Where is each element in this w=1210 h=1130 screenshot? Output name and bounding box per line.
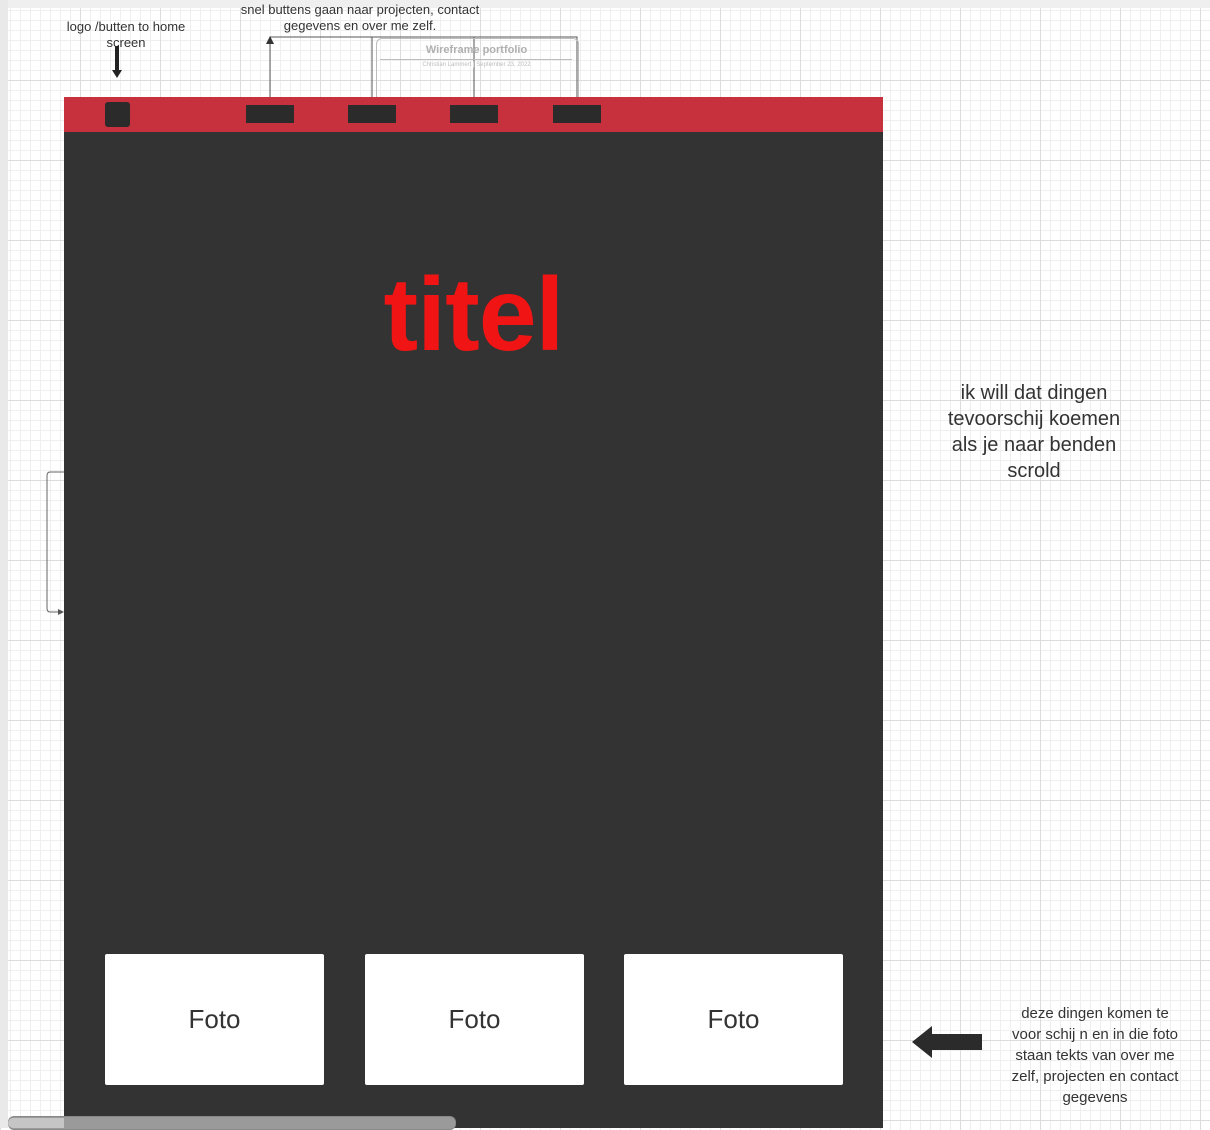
scrollbar-handle[interactable] bbox=[8, 1118, 64, 1128]
nav-button-3[interactable] bbox=[450, 105, 498, 123]
scroll-annotation: ik will dat dingen tevoorschij koemen al… bbox=[947, 382, 1121, 482]
nav-button-1[interactable] bbox=[246, 105, 294, 123]
arrow-down-icon bbox=[115, 46, 119, 72]
side-bracket-connector bbox=[46, 471, 64, 613]
mini-preview-title: Wireframe portfolio bbox=[425, 44, 528, 56]
nav-button-4[interactable] bbox=[553, 105, 601, 123]
photo-card-1[interactable]: Foto bbox=[105, 954, 324, 1085]
nav-button-2[interactable] bbox=[348, 105, 396, 123]
photo-card-label: Foto bbox=[188, 1004, 241, 1034]
photo-card-label: Foto bbox=[707, 1004, 760, 1034]
photo-card-label: Foto bbox=[448, 1004, 501, 1034]
mini-preview-meta: Christian Lammert | September 23, 2022 bbox=[422, 62, 531, 68]
photo-card-2[interactable]: Foto bbox=[365, 954, 584, 1085]
arrow-left-icon bbox=[912, 1026, 982, 1058]
logo-home-button[interactable] bbox=[105, 102, 130, 127]
cards-annotation: deze dingen komen te voor schij n en in … bbox=[1011, 1005, 1179, 1106]
arrow-down-head-icon bbox=[112, 70, 122, 78]
logo-annotation: logo /butten to home screen bbox=[66, 19, 186, 50]
hero-title: titel bbox=[383, 257, 565, 373]
nav-annotation: snel buttens gaan naar projecten, contac… bbox=[240, 2, 480, 33]
mini-preview-divider bbox=[380, 59, 572, 60]
photo-card-3[interactable]: Foto bbox=[624, 954, 843, 1085]
